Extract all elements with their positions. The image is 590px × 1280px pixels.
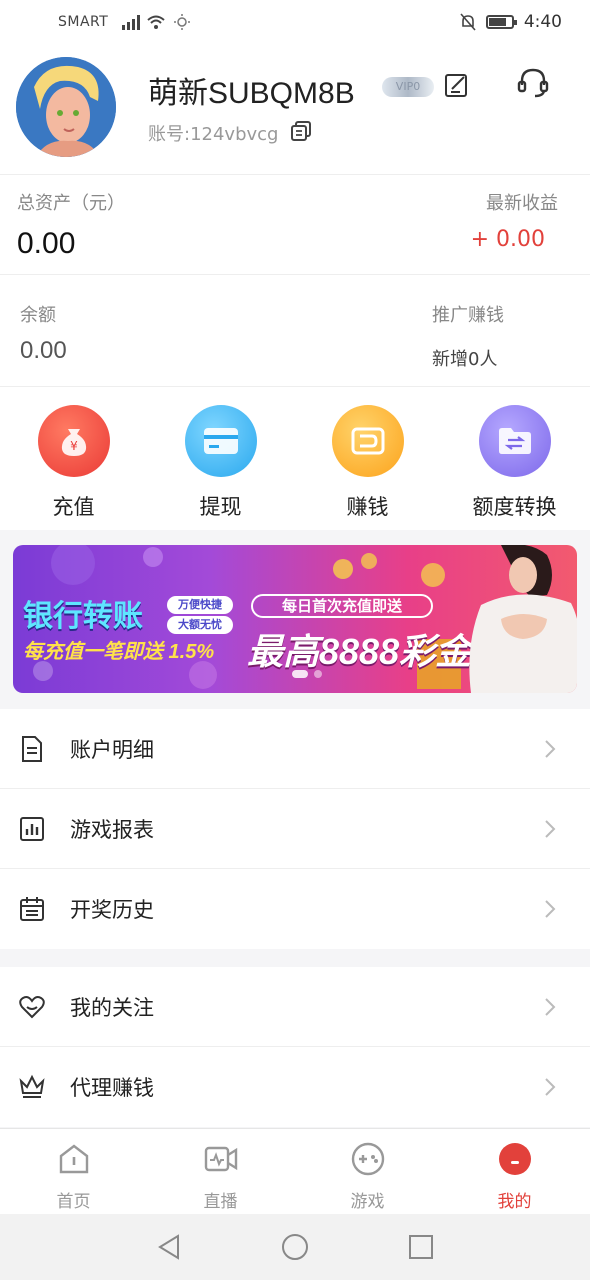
withdraw-label: 提现 [199,495,242,519]
menu-item-label: 游戏报表 [70,817,154,842]
profile-icon [498,1143,531,1175]
signal-icon [122,14,141,30]
banner-title: 银行转账 [23,600,143,633]
clock: 4:40 [523,12,562,32]
gamepad-icon [351,1142,384,1176]
money-bag-icon: ¥ [37,405,110,477]
menu-item-label: 开奖历史 [70,898,154,922]
vip-badge: VIP0 [382,77,434,97]
brightness-icon [174,14,191,30]
menu-item-account-details[interactable]: 账户明细 [0,709,590,789]
username: 萌新SUBQM8B [148,77,355,110]
system-navigation-bar [0,1214,590,1280]
tab-label: 首页 [56,1192,91,1212]
quick-actions: ¥ 充值 提现 赚钱 额度转换 [0,386,590,530]
customer-service-icon[interactable] [516,66,550,100]
menu-group-records: 账户明细 游戏报表 开奖历史 [0,709,590,949]
document-icon [22,735,42,762]
banner-subtitle: 每充值一笔即送 1.5% [23,641,215,663]
balance-value: 0.00 [20,337,67,364]
copy-icon[interactable] [290,120,312,142]
card-icon [184,405,257,477]
recharge-button[interactable]: ¥ 充值 [0,405,147,521]
account-id: 账号:124vbvcg [148,124,279,145]
chevron-right-icon [545,997,556,1016]
assets-panel: 总资产（元） 0.00 最新收益 + 0.00 余额 0.00 推广赚钱 新增0… [0,174,590,386]
menu-item-agent-earnings[interactable]: 代理赚钱 [0,1047,590,1127]
total-assets-label: 总资产（元） [17,193,125,214]
calendar-icon [20,897,44,921]
tab-profile[interactable]: 我的 [441,1141,588,1212]
tab-games[interactable]: 游戏 [294,1141,441,1212]
live-video-icon [204,1146,237,1172]
quota-transfer-button[interactable]: 额度转换 [441,405,588,521]
menu-group-social: 我的关注 代理赚钱 [0,967,590,1127]
menu-item-draw-history[interactable]: 开奖历史 [0,869,590,949]
edit-icon[interactable] [444,72,470,98]
tab-label: 我的 [497,1192,532,1212]
home-icon [59,1144,88,1174]
battery-icon [485,15,517,29]
avatar[interactable] [16,57,116,157]
latest-income-value: + 0.00 [470,227,545,252]
promo-banner[interactable]: 银行转账 万便快捷 大额无忧 每充值一笔即送 1.5% 每日首次充值即送 最高8… [13,545,577,693]
wifi-icon [147,15,165,29]
earn-button[interactable]: 赚钱 [294,405,441,521]
bottom-tab-bar: 首页 直播 游戏 我的 [0,1128,590,1214]
assets-row-total: 总资产（元） 0.00 最新收益 + 0.00 [0,175,590,275]
back-icon[interactable] [154,1232,184,1262]
heart-icon [19,995,45,1018]
banner-headline: 最高8888彩金 [247,631,472,672]
crown-icon [19,1074,45,1098]
chevron-right-icon [545,1078,556,1096]
transfer-folder-icon [478,405,551,477]
withdraw-button[interactable]: 提现 [147,405,294,521]
home-circle-icon[interactable] [280,1232,310,1262]
tab-label: 直播 [203,1192,238,1212]
wallet-icon [331,405,404,477]
promo-label[interactable]: 推广赚钱 [432,301,504,327]
tab-home[interactable]: 首页 [0,1141,147,1212]
status-bar: SMART 4:40 [0,0,590,44]
menu-item-label: 代理赚钱 [70,1076,154,1100]
chevron-right-icon [545,819,556,838]
earn-label: 赚钱 [346,495,389,519]
quota-transfer-label: 额度转换 [472,495,557,519]
svg-text:¥: ¥ [70,439,78,453]
banner-model-image [469,545,577,693]
total-assets-value: 0.00 [17,227,76,260]
banner-pill: 每日首次充值即送 [251,594,433,618]
silent-icon [460,13,476,31]
carousel-indicator [292,670,322,678]
recents-icon[interactable] [406,1232,436,1262]
balance-label: 余额 [20,305,56,326]
profile-header: 萌新SUBQM8B VIP0 账号:124vbvcg [0,44,590,174]
menu-item-label: 账户明细 [70,737,154,762]
menu-item-game-report[interactable]: 游戏报表 [0,789,590,869]
chevron-right-icon [545,900,556,918]
menu-item-label: 我的关注 [70,995,154,1020]
bar-chart-icon [20,816,44,841]
recharge-label: 充值 [52,495,95,519]
carrier-label: SMART [58,14,109,30]
latest-income-label: 最新收益 [486,193,558,214]
banner-tag-1: 万便快捷 [167,596,233,614]
tab-label: 游戏 [350,1192,385,1212]
chevron-right-icon [545,739,556,758]
banner-tag-2: 大额无忧 [167,616,233,634]
menu-item-my-follows[interactable]: 我的关注 [0,967,590,1047]
tab-live[interactable]: 直播 [147,1141,294,1212]
promo-value: 新增0人 [432,349,498,370]
